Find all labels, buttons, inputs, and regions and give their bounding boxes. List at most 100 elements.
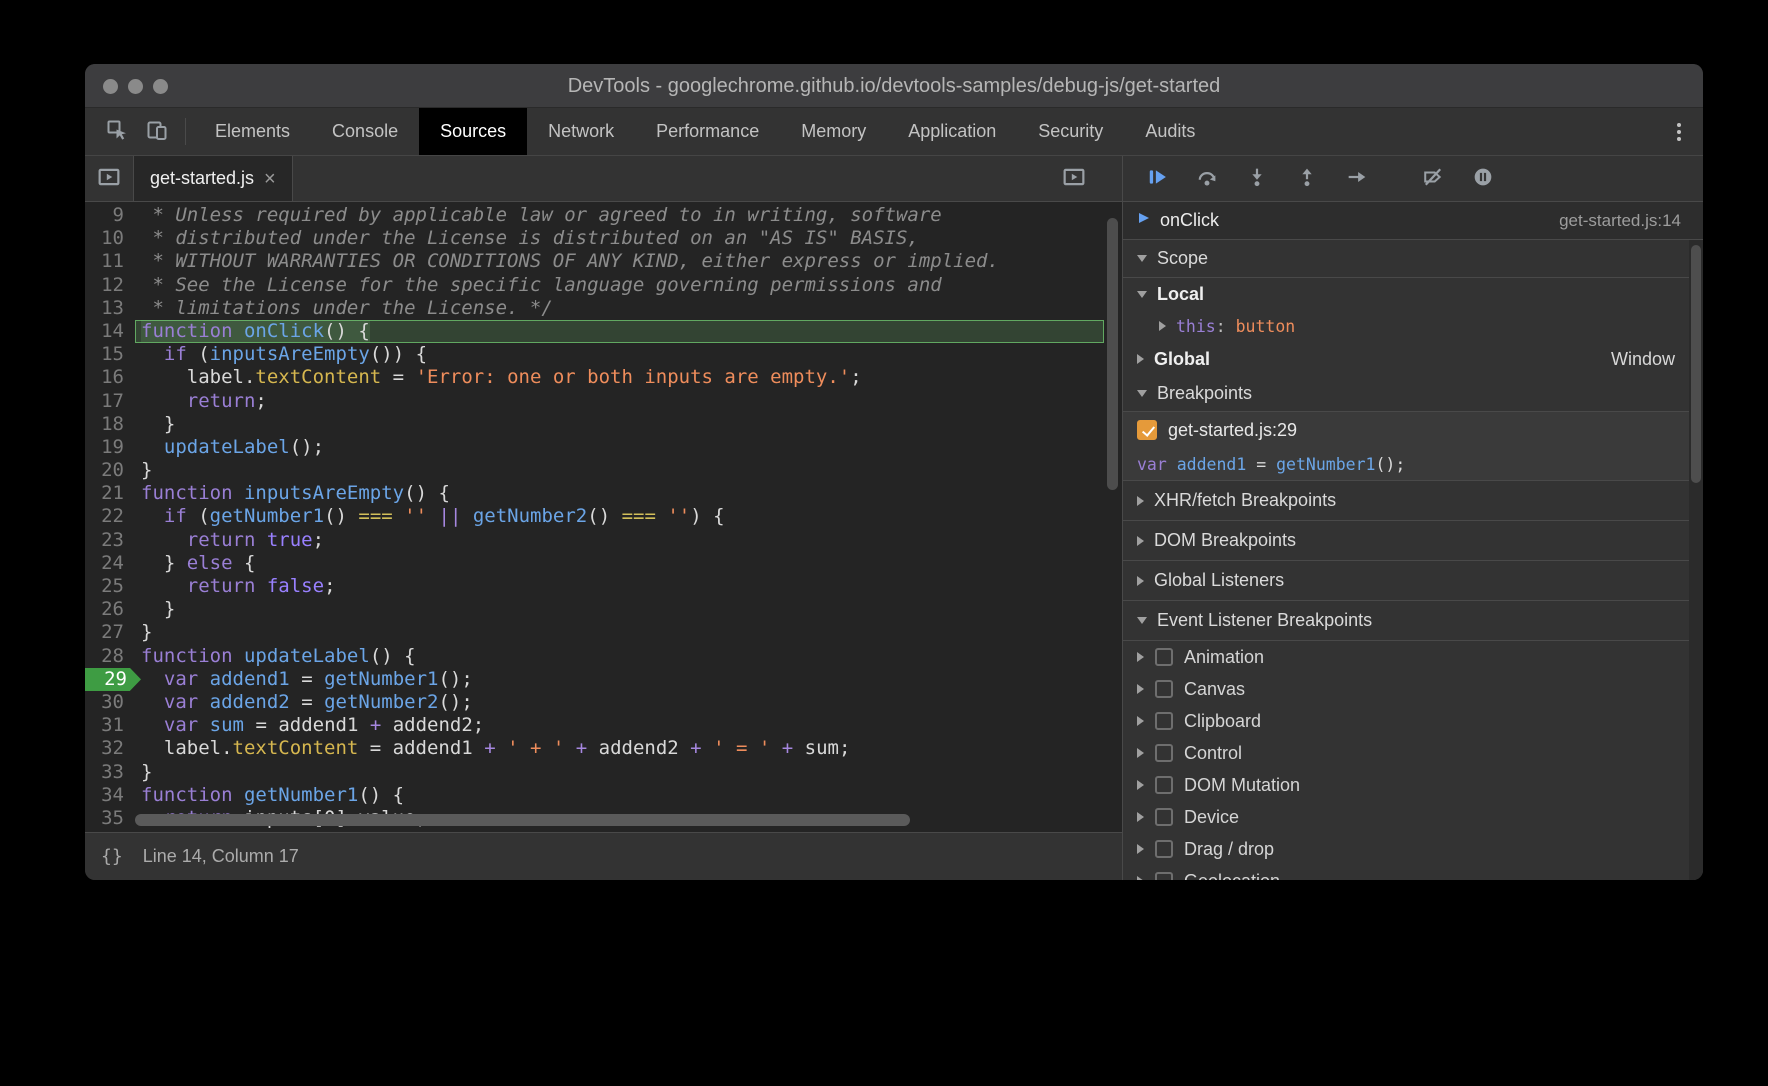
code-line-36[interactable]: }: [135, 830, 1104, 832]
line-number-32[interactable]: 32: [85, 737, 135, 760]
checkbox-control[interactable]: [1155, 744, 1173, 762]
line-number-18[interactable]: 18: [85, 413, 135, 436]
scope-global-group[interactable]: Global Window: [1123, 342, 1703, 376]
line-number-15[interactable]: 15: [85, 343, 135, 366]
code-line-12[interactable]: * See the License for the specific langu…: [135, 274, 1104, 297]
line-number-34[interactable]: 34: [85, 784, 135, 807]
line-number-12[interactable]: 12: [85, 274, 135, 297]
tab-elements[interactable]: Elements: [194, 108, 311, 155]
code-line-25[interactable]: return false;: [135, 575, 1104, 598]
line-number-10[interactable]: 10: [85, 227, 135, 250]
breakpoint-checkbox[interactable]: [1137, 420, 1157, 440]
deactivate-breakpoints-button[interactable]: [1415, 163, 1451, 195]
line-number-16[interactable]: 16: [85, 366, 135, 389]
step-out-button[interactable]: [1289, 163, 1325, 195]
resume-script-button[interactable]: [1139, 163, 1175, 195]
tab-performance[interactable]: Performance: [635, 108, 780, 155]
checkbox-animation[interactable]: [1155, 648, 1173, 666]
step-button[interactable]: [1339, 163, 1375, 195]
device-toolbar-button[interactable]: [137, 108, 177, 155]
event-category-control[interactable]: Control: [1123, 737, 1703, 769]
line-number-31[interactable]: 31: [85, 714, 135, 737]
show-sidebar-button[interactable]: [1050, 156, 1098, 201]
tab-sources[interactable]: Sources: [419, 108, 527, 155]
event-category-device[interactable]: Device: [1123, 801, 1703, 833]
code-line-27[interactable]: }: [135, 621, 1104, 644]
code-line-22[interactable]: if (getNumber1() === '' || getNumber2() …: [135, 505, 1104, 528]
event-category-canvas[interactable]: Canvas: [1123, 673, 1703, 705]
line-number-33[interactable]: 33: [85, 761, 135, 784]
section-xhr-fetch-breakpoints[interactable]: XHR/fetch Breakpoints: [1123, 481, 1703, 521]
pretty-print-button[interactable]: {}: [101, 846, 123, 867]
line-number-23[interactable]: 23: [85, 529, 135, 552]
frame-location-link[interactable]: get-started.js:14: [1559, 211, 1681, 231]
horizontal-scrollbar-thumb[interactable]: [135, 814, 910, 826]
code-line-23[interactable]: return true;: [135, 529, 1104, 552]
breakpoint-location[interactable]: get-started.js:29: [1168, 420, 1297, 441]
line-number-27[interactable]: 27: [85, 621, 135, 644]
call-stack-frame[interactable]: onClick get-started.js:14: [1123, 202, 1703, 240]
line-number-28[interactable]: 28: [85, 645, 135, 668]
more-options-button[interactable]: [1655, 108, 1703, 155]
line-number-22[interactable]: 22: [85, 505, 135, 528]
line-number-36[interactable]: 36: [85, 830, 135, 832]
section-breakpoints[interactable]: Breakpoints: [1123, 376, 1703, 412]
scope-this-entry[interactable]: this: button: [1123, 310, 1703, 342]
line-number-21[interactable]: 21: [85, 482, 135, 505]
event-category-clipboard[interactable]: Clipboard: [1123, 705, 1703, 737]
sidebar-scrollbar-thumb[interactable]: [1691, 245, 1701, 483]
line-number-19[interactable]: 19: [85, 436, 135, 459]
code-line-13[interactable]: * limitations under the License. */: [135, 297, 1104, 320]
section-global-listeners[interactable]: Global Listeners: [1123, 561, 1703, 601]
code-line-34[interactable]: function getNumber1() {: [135, 784, 1104, 807]
tab-application[interactable]: Application: [887, 108, 1017, 155]
code-line-19[interactable]: updateLabel();: [135, 436, 1104, 459]
breakpoint-entry[interactable]: get-started.js:29: [1123, 412, 1703, 448]
line-number-24[interactable]: 24: [85, 552, 135, 575]
code-line-21[interactable]: function inputsAreEmpty() {: [135, 482, 1104, 505]
tab-audits[interactable]: Audits: [1124, 108, 1216, 155]
minimize-window-button[interactable]: [128, 79, 143, 94]
code-line-33[interactable]: }: [135, 761, 1104, 784]
pause-on-exceptions-button[interactable]: [1465, 163, 1501, 195]
event-category-dom-mutation[interactable]: DOM Mutation: [1123, 769, 1703, 801]
sidebar-scrollbar[interactable]: [1689, 240, 1703, 880]
checkbox-clipboard[interactable]: [1155, 712, 1173, 730]
checkbox-device[interactable]: [1155, 808, 1173, 826]
breakpoint-marker-line-29[interactable]: 29: [85, 668, 141, 691]
code-line-16[interactable]: label.textContent = 'Error: one or both …: [135, 366, 1104, 389]
close-window-button[interactable]: [103, 79, 118, 94]
step-into-button[interactable]: [1239, 163, 1275, 195]
code-line-29[interactable]: var addend1 = getNumber1();: [135, 668, 1104, 691]
line-number-20[interactable]: 20: [85, 459, 135, 482]
line-number-11[interactable]: 11: [85, 250, 135, 273]
tab-console[interactable]: Console: [311, 108, 419, 155]
section-scope[interactable]: Scope: [1123, 240, 1703, 278]
line-number-35[interactable]: 35: [85, 807, 135, 830]
event-category-drag-drop[interactable]: Drag / drop: [1123, 833, 1703, 865]
section-event-listener-breakpoints[interactable]: Event Listener Breakpoints: [1123, 601, 1703, 641]
event-category-animation[interactable]: Animation: [1123, 641, 1703, 673]
line-number-13[interactable]: 13: [85, 297, 135, 320]
code-line-15[interactable]: if (inputsAreEmpty()) {: [135, 343, 1104, 366]
code-line-17[interactable]: return;: [135, 390, 1104, 413]
tab-network[interactable]: Network: [527, 108, 635, 155]
show-navigator-button[interactable]: [85, 156, 133, 201]
line-number-14[interactable]: 14: [85, 320, 135, 343]
code-line-30[interactable]: var addend2 = getNumber2();: [135, 691, 1104, 714]
line-number-26[interactable]: 26: [85, 598, 135, 621]
inspect-element-button[interactable]: [97, 108, 137, 155]
code-line-14[interactable]: function onClick() {: [135, 320, 1104, 343]
code-line-20[interactable]: }: [135, 459, 1104, 482]
code-line-24[interactable]: } else {: [135, 552, 1104, 575]
section-dom-breakpoints[interactable]: DOM Breakpoints: [1123, 521, 1703, 561]
line-number-25[interactable]: 25: [85, 575, 135, 598]
code-editor[interactable]: 9101112131415161718192021222324252627282…: [85, 202, 1122, 832]
tab-security[interactable]: Security: [1017, 108, 1124, 155]
code-line-10[interactable]: * distributed under the License is distr…: [135, 227, 1104, 250]
close-tab-button[interactable]: ×: [264, 169, 276, 189]
code-line-11[interactable]: * WITHOUT WARRANTIES OR CONDITIONS OF AN…: [135, 250, 1104, 273]
code-line-9[interactable]: * Unless required by applicable law or a…: [135, 204, 1104, 227]
step-over-button[interactable]: [1189, 163, 1225, 195]
checkbox-drag-drop[interactable]: [1155, 840, 1173, 858]
